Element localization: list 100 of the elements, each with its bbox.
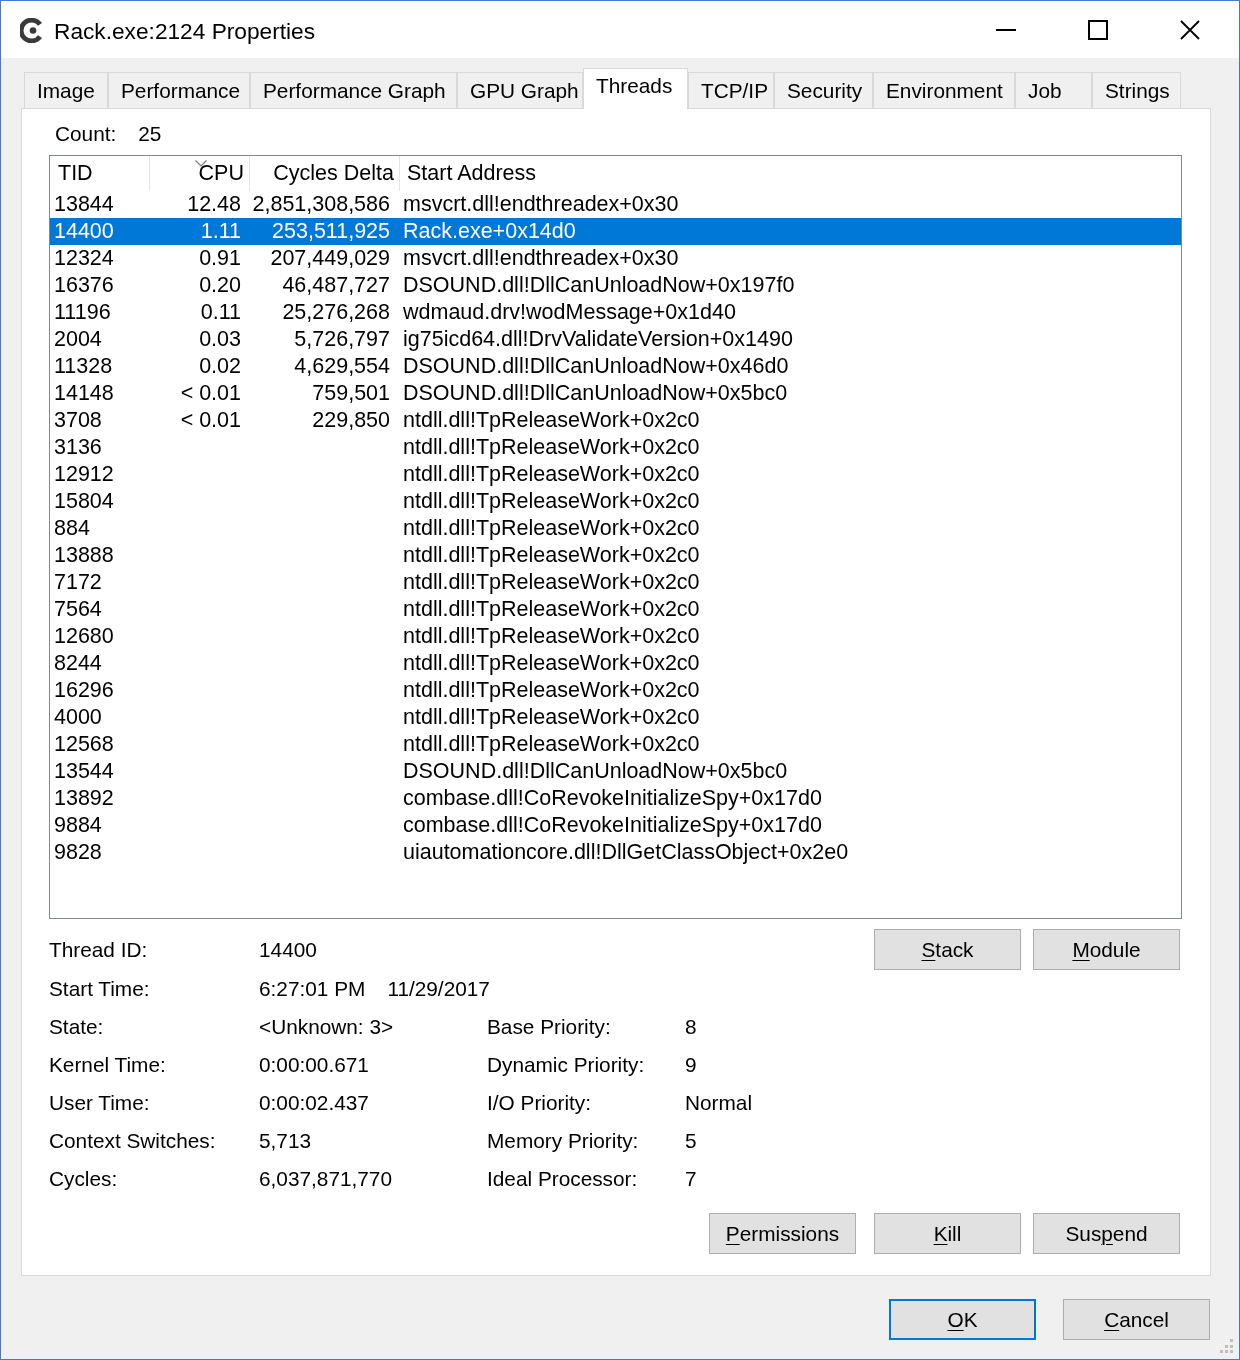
resize-grip-icon[interactable] <box>1219 1339 1234 1354</box>
table-cell-text: 884 <box>54 515 90 543</box>
table-row[interactable]: 13888 ntdll.dll!TpReleaseWork+0x2c0 <box>50 542 1181 569</box>
close-icon <box>1180 19 1200 40</box>
table-cell-text: 4,629,554 <box>294 353 390 381</box>
suspend-button[interactable]: Suspend <box>1033 1213 1180 1254</box>
table-row[interactable]: 7564 ntdll.dll!TpReleaseWork+0x2c0 <box>50 596 1181 623</box>
column-header[interactable]: CPU <box>150 156 250 191</box>
field-label: Base Priority: <box>487 1014 612 1041</box>
tab[interactable]: Strings <box>1092 72 1181 108</box>
field-value: 6:27:01 PM <box>259 976 366 1003</box>
table-row[interactable]: 3136 ntdll.dll!TpReleaseWork+0x2c0 <box>50 434 1181 461</box>
table-row[interactable]: 14400 1.11 253,511,925 Rack.exe+0x14d0 <box>50 218 1181 245</box>
table-row[interactable]: 12680 ntdll.dll!TpReleaseWork+0x2c0 <box>50 623 1181 650</box>
cancel-button[interactable]: Cancel <box>1063 1299 1210 1340</box>
table-cell-text: ntdll.dll!TpReleaseWork+0x2c0 <box>403 677 700 705</box>
table-cell-text: 3708 <box>54 407 102 435</box>
module-button[interactable]: Module <box>1033 929 1180 970</box>
table-cell-text: 0.11 <box>200 299 241 327</box>
table-cell-text: msvcrt.dll!endthreadex+0x30 <box>403 245 679 273</box>
field-value: 11/29/2017 <box>387 976 490 1003</box>
table-cell-text: 13544 <box>54 758 114 786</box>
field-label: State: <box>49 1014 105 1041</box>
table-cell-text: 15804 <box>54 488 114 516</box>
kill-button[interactable]: Kill <box>874 1213 1021 1254</box>
table-cell-text: ntdll.dll!TpReleaseWork+0x2c0 <box>403 434 700 462</box>
field-label: Dynamic Priority: <box>487 1052 646 1079</box>
tab[interactable]: GPU Graph <box>457 72 583 108</box>
table-row[interactable]: 16376 0.20 46,487,727 DSOUND.dll!DllCanUnloadNow+0x197f0 <box>50 272 1181 299</box>
tab[interactable]: Security <box>774 72 873 108</box>
table-row[interactable]: 12324 0.91 207,449,029 msvcrt.dll!endthreadex+0x30 <box>50 245 1181 272</box>
table-row[interactable]: 7172 ntdll.dll!TpReleaseWork+0x2c0 <box>50 569 1181 596</box>
maximize-icon <box>1088 19 1108 40</box>
table-cell-text: 13892 <box>54 785 114 813</box>
table-cell-text: 3136 <box>54 434 102 462</box>
table-cell-text: 7172 <box>54 569 102 597</box>
minimize-icon <box>996 28 1016 31</box>
table-cell-text: ntdll.dll!TpReleaseWork+0x2c0 <box>403 650 700 678</box>
tab[interactable]: TCP/IP <box>688 72 774 108</box>
table-cell-text: < 0.01 <box>180 380 241 408</box>
table-cell-text: 2,851,308,586 <box>252 191 390 219</box>
permissions-button[interactable]: Permissions <box>709 1213 856 1254</box>
field-value: 5,713 <box>259 1128 312 1155</box>
field-value: 7 <box>685 1166 697 1193</box>
table-cell-text: ntdll.dll!TpReleaseWork+0x2c0 <box>403 488 700 516</box>
table-cell-text: 12680 <box>54 623 114 651</box>
table-cell-text: combase.dll!CoRevokeInitializeSpy+0x17d0 <box>403 785 822 813</box>
column-header[interactable]: TID <box>50 156 150 191</box>
table-cell-text: 0.03 <box>199 326 241 354</box>
table-cell-text: 11328 <box>54 353 113 381</box>
table-row[interactable]: 14148 < 0.01 759,501 DSOUND.dll!DllCanUnloadNow+0x5bc0 <box>50 380 1181 407</box>
table-cell-text: 14400 <box>54 218 114 246</box>
table-cell-text: DSOUND.dll!DllCanUnloadNow+0x46d0 <box>403 353 789 381</box>
table-row[interactable]: 11196 0.11 25,276,268 wdmaud.drv!wodMessage+0x1d40 <box>50 299 1181 326</box>
table-row[interactable]: 13892 combase.dll!CoRevokeInitializeSpy+0x17d0 <box>50 785 1181 812</box>
table-cell-text: 0.02 <box>199 353 241 381</box>
table-cell-text: 13844 <box>54 191 114 219</box>
field-label: Kernel Time: <box>49 1052 167 1079</box>
table-row[interactable]: 3708 < 0.01 229,850 ntdll.dll!TpReleaseWork+0x2c0 <box>50 407 1181 434</box>
table-cell-text: 0.20 <box>199 272 241 300</box>
tab[interactable]: Threads <box>583 68 688 109</box>
table-cell-text: ntdll.dll!TpReleaseWork+0x2c0 <box>403 569 700 597</box>
table-row[interactable]: 13544 DSOUND.dll!DllCanUnloadNow+0x5bc0 <box>50 758 1181 785</box>
tab[interactable]: Performance Graph <box>250 72 457 108</box>
tab[interactable]: Image <box>24 72 108 108</box>
field-value: <Unknown: 3> <box>259 1014 394 1041</box>
column-header[interactable]: Cycles Delta <box>250 156 400 191</box>
table-row[interactable]: 9828 uiautomationcore.dll!DllGetClassObject+0x2e0 <box>50 839 1181 866</box>
table-cell-text: 5,726,797 <box>294 326 390 354</box>
table-row[interactable]: 12568 ntdll.dll!TpReleaseWork+0x2c0 <box>50 731 1181 758</box>
stack-button[interactable]: Stack <box>874 929 1021 970</box>
ok-button[interactable]: OK <box>889 1299 1036 1340</box>
table-row[interactable]: 15804 ntdll.dll!TpReleaseWork+0x2c0 <box>50 488 1181 515</box>
table-cell-text: 7564 <box>54 596 102 624</box>
table-row[interactable]: 4000 ntdll.dll!TpReleaseWork+0x2c0 <box>50 704 1181 731</box>
column-header[interactable]: Start Address <box>400 156 1181 191</box>
table-row[interactable]: 8244 ntdll.dll!TpReleaseWork+0x2c0 <box>50 650 1181 677</box>
field-label: Context Switches: <box>49 1128 217 1155</box>
table-cell-text: ntdll.dll!TpReleaseWork+0x2c0 <box>403 515 700 543</box>
table-row[interactable]: 12912 ntdll.dll!TpReleaseWork+0x2c0 <box>50 461 1181 488</box>
table-cell-text: ntdll.dll!TpReleaseWork+0x2c0 <box>403 596 700 624</box>
tab[interactable]: Environment <box>873 72 1015 108</box>
table-row[interactable]: 2004 0.03 5,726,797 ig75icd64.dll!DrvValidateVersion+0x1490 <box>50 326 1181 353</box>
tab[interactable]: Job <box>1015 72 1092 108</box>
table-row[interactable]: 884 ntdll.dll!TpReleaseWork+0x2c0 <box>50 515 1181 542</box>
table-cell-text: 12912 <box>54 461 114 489</box>
tab[interactable]: Performance <box>108 72 250 108</box>
table-row[interactable]: 16296 ntdll.dll!TpReleaseWork+0x2c0 <box>50 677 1181 704</box>
field-label: Thread ID: <box>49 936 149 963</box>
table-row[interactable]: 13844 12.48 2,851,308,586 msvcrt.dll!endthreadex+0x30 <box>50 191 1181 218</box>
table-row[interactable]: 11328 0.02 4,629,554 DSOUND.dll!DllCanUnloadNow+0x46d0 <box>50 353 1181 380</box>
table-cell-text: ntdll.dll!TpReleaseWork+0x2c0 <box>403 542 700 570</box>
table-cell-text: msvcrt.dll!endthreadex+0x30 <box>403 191 679 219</box>
table-cell-text: 13888 <box>54 542 114 570</box>
table-row[interactable]: 9884 combase.dll!CoRevokeInitializeSpy+0x17d0 <box>50 812 1181 839</box>
table-cell-text: ntdll.dll!TpReleaseWork+0x2c0 <box>403 704 700 732</box>
table-cell-text: wdmaud.drv!wodMessage+0x1d40 <box>403 299 736 327</box>
table-cell-text: DSOUND.dll!DllCanUnloadNow+0x5bc0 <box>403 380 788 408</box>
table-cell-text: DSOUND.dll!DllCanUnloadNow+0x5bc0 <box>403 758 788 786</box>
table-cell-text: 46,487,727 <box>282 272 390 300</box>
